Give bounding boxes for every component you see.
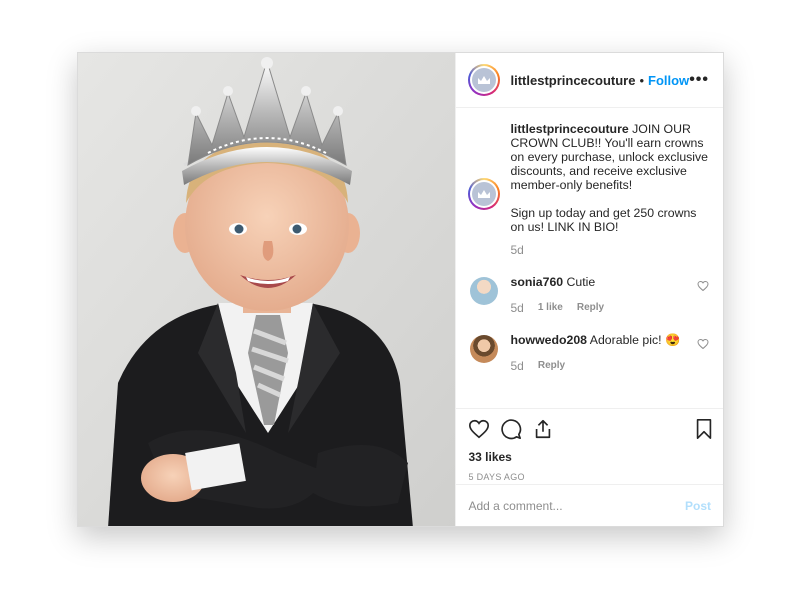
comment-timestamp[interactable]: 5d bbox=[510, 359, 523, 373]
author-username[interactable]: littlestprincecouture bbox=[510, 73, 635, 88]
crown-icon bbox=[478, 190, 491, 198]
post-caption: littlestprincecouture JOIN OUR CROWN CLU… bbox=[468, 122, 711, 257]
bookmark-icon[interactable] bbox=[693, 418, 715, 440]
comment-text: Cutie bbox=[563, 275, 596, 289]
comments-section: littlestprincecouture JOIN OUR CROWN CLU… bbox=[456, 108, 723, 408]
heart-icon[interactable] bbox=[468, 418, 490, 440]
child-with-crown-photo bbox=[78, 53, 456, 526]
comment-timestamp[interactable]: 5d bbox=[510, 301, 523, 315]
comment-text: Adorable pic! 😍 bbox=[587, 333, 681, 347]
caption-message: JOIN OUR CROWN CLUB!! You'll earn crowns… bbox=[510, 122, 709, 234]
comment-item: sonia760 Cutie 5d 1 like Reply bbox=[468, 275, 711, 315]
author-avatar[interactable] bbox=[468, 64, 501, 96]
reply-button[interactable]: Reply bbox=[538, 359, 565, 373]
follow-button[interactable]: Follow bbox=[648, 73, 689, 88]
share-icon[interactable] bbox=[532, 418, 554, 440]
caption-avatar[interactable] bbox=[468, 178, 501, 210]
post-comment-button[interactable]: Post bbox=[685, 499, 711, 513]
post-card: littlestprincecouture • Follow ••• littl… bbox=[77, 52, 724, 527]
caption-username[interactable]: littlestprincecouture bbox=[510, 122, 628, 136]
post-side-panel: littlestprincecouture • Follow ••• littl… bbox=[455, 53, 723, 526]
post-photo[interactable] bbox=[78, 53, 456, 526]
comment-icon[interactable] bbox=[500, 418, 522, 440]
caption-text: littlestprincecouture JOIN OUR CROWN CLU… bbox=[510, 122, 710, 234]
comment-input[interactable] bbox=[468, 498, 685, 513]
commenter-avatar[interactable] bbox=[470, 277, 499, 305]
separator-dot: • bbox=[639, 72, 645, 88]
reply-button[interactable]: Reply bbox=[577, 301, 604, 315]
more-icon[interactable]: ••• bbox=[689, 71, 709, 89]
add-comment-bar: Post bbox=[456, 484, 723, 526]
heart-icon[interactable] bbox=[697, 280, 709, 292]
caption-timestamp[interactable]: 5d bbox=[510, 243, 710, 257]
comment-likes[interactable]: 1 like bbox=[538, 301, 563, 315]
action-icons bbox=[468, 417, 715, 441]
comment-item: howwedo208 Adorable pic! 😍 5d Reply bbox=[468, 333, 711, 373]
comment-username[interactable]: howwedo208 bbox=[510, 333, 587, 347]
post-timestamp[interactable]: 5 DAYS AGO bbox=[468, 472, 715, 482]
comment-username[interactable]: sonia760 bbox=[510, 275, 563, 289]
like-count[interactable]: 33 likes bbox=[468, 450, 715, 464]
commenter-avatar[interactable] bbox=[470, 335, 499, 363]
post-header: littlestprincecouture • Follow ••• bbox=[456, 53, 723, 108]
heart-icon[interactable] bbox=[697, 338, 709, 350]
crown-icon bbox=[478, 76, 491, 84]
